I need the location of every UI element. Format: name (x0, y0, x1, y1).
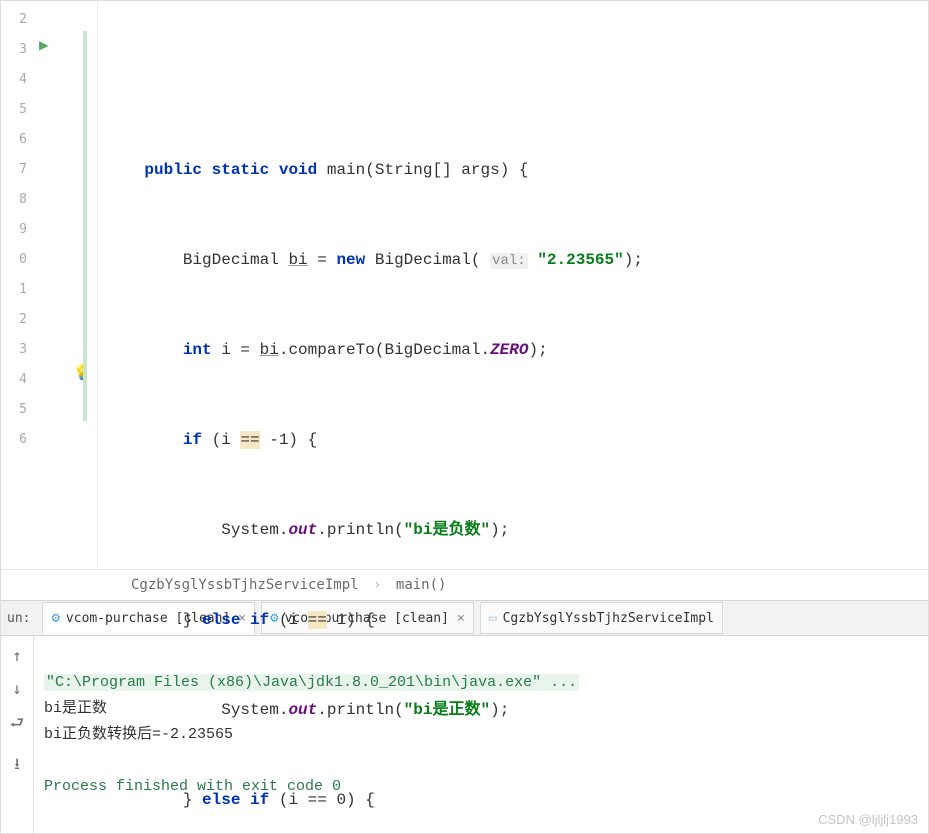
up-arrow-icon[interactable]: ↑ (12, 646, 22, 665)
code-editor[interactable]: 234 567 890 123 456 ▶ ◯ 💡 ◯ public stati… (1, 1, 928, 569)
vcs-change-strip (83, 31, 87, 421)
gear-icon: ⚙ (51, 610, 59, 626)
line-number-gutter: 234 567 890 123 456 (1, 1, 27, 569)
code-area[interactable]: public static void main(String[] args) {… (98, 1, 928, 569)
run-gutter-icon[interactable]: ▶ (39, 35, 49, 54)
console-toolbar: ↑ ↓ ⮐ ⭳ (1, 636, 34, 834)
gutter-icons: ▶ ◯ 💡 ◯ (27, 1, 98, 569)
run-toolwindow-label: un: (7, 611, 30, 626)
down-arrow-icon[interactable]: ↓ (12, 679, 22, 698)
watermark: CSDN @ljljlj1993 (818, 812, 918, 827)
scroll-to-end-icon[interactable]: ⭳ (14, 753, 20, 780)
soft-wrap-icon[interactable]: ⮐ (10, 712, 24, 739)
